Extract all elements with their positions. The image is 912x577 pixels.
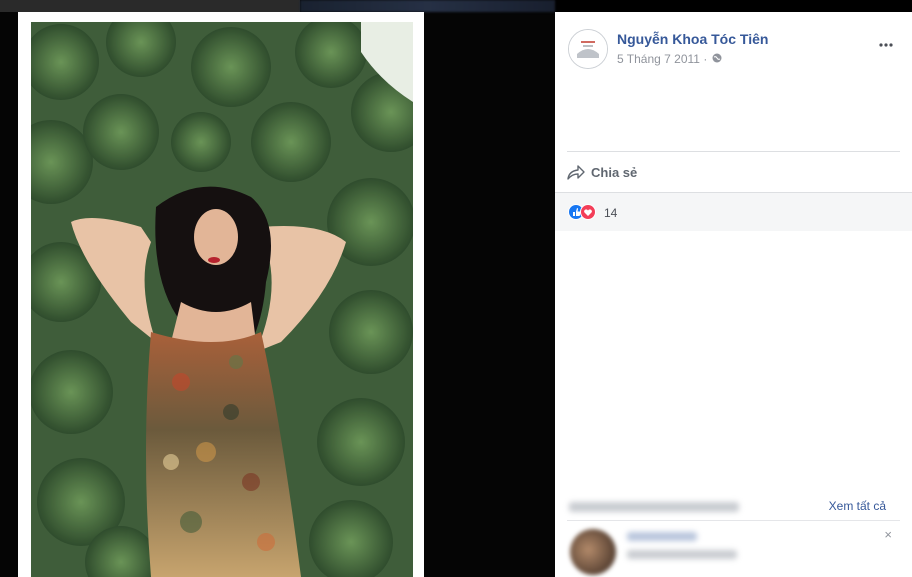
post-date-text[interactable]: 5 Tháng 7 2011 bbox=[617, 52, 700, 66]
avatar-logo-icon bbox=[569, 30, 607, 68]
top-nav-blurred bbox=[300, 0, 555, 12]
reaction-count[interactable]: 14 bbox=[604, 206, 617, 220]
actions-divider bbox=[567, 151, 900, 152]
blurred-comment-text bbox=[627, 550, 737, 559]
blurred-comment-header bbox=[569, 502, 739, 512]
share-button[interactable]: Chia sẻ bbox=[567, 162, 637, 182]
globe-icon bbox=[712, 53, 722, 63]
share-label: Chia sẻ bbox=[591, 164, 638, 180]
more-options-icon[interactable] bbox=[878, 40, 894, 50]
top-bar-blurred bbox=[0, 0, 300, 12]
reaction-icons[interactable] bbox=[568, 204, 600, 220]
share-icon bbox=[567, 165, 585, 180]
post-date[interactable]: 5 Tháng 7 2011 · bbox=[617, 52, 707, 66]
close-icon[interactable]: × bbox=[884, 527, 892, 542]
date-separator: · bbox=[703, 52, 708, 66]
reactions-bar: 14 bbox=[555, 192, 912, 231]
author-avatar[interactable] bbox=[568, 29, 608, 69]
author-name[interactable]: Nguyễn Khoa Tóc Tiên bbox=[617, 31, 768, 47]
comments-divider bbox=[567, 520, 900, 521]
post-details-panel: Nguyễn Khoa Tóc Tiên 5 Tháng 7 2011 · Ch… bbox=[555, 12, 912, 577]
see-all-link[interactable]: Xem tất cả bbox=[829, 499, 886, 513]
blurred-commenter-name bbox=[627, 532, 697, 541]
photo-image bbox=[31, 22, 413, 577]
post-photo[interactable] bbox=[31, 22, 413, 577]
commenter-avatar[interactable] bbox=[570, 529, 616, 575]
